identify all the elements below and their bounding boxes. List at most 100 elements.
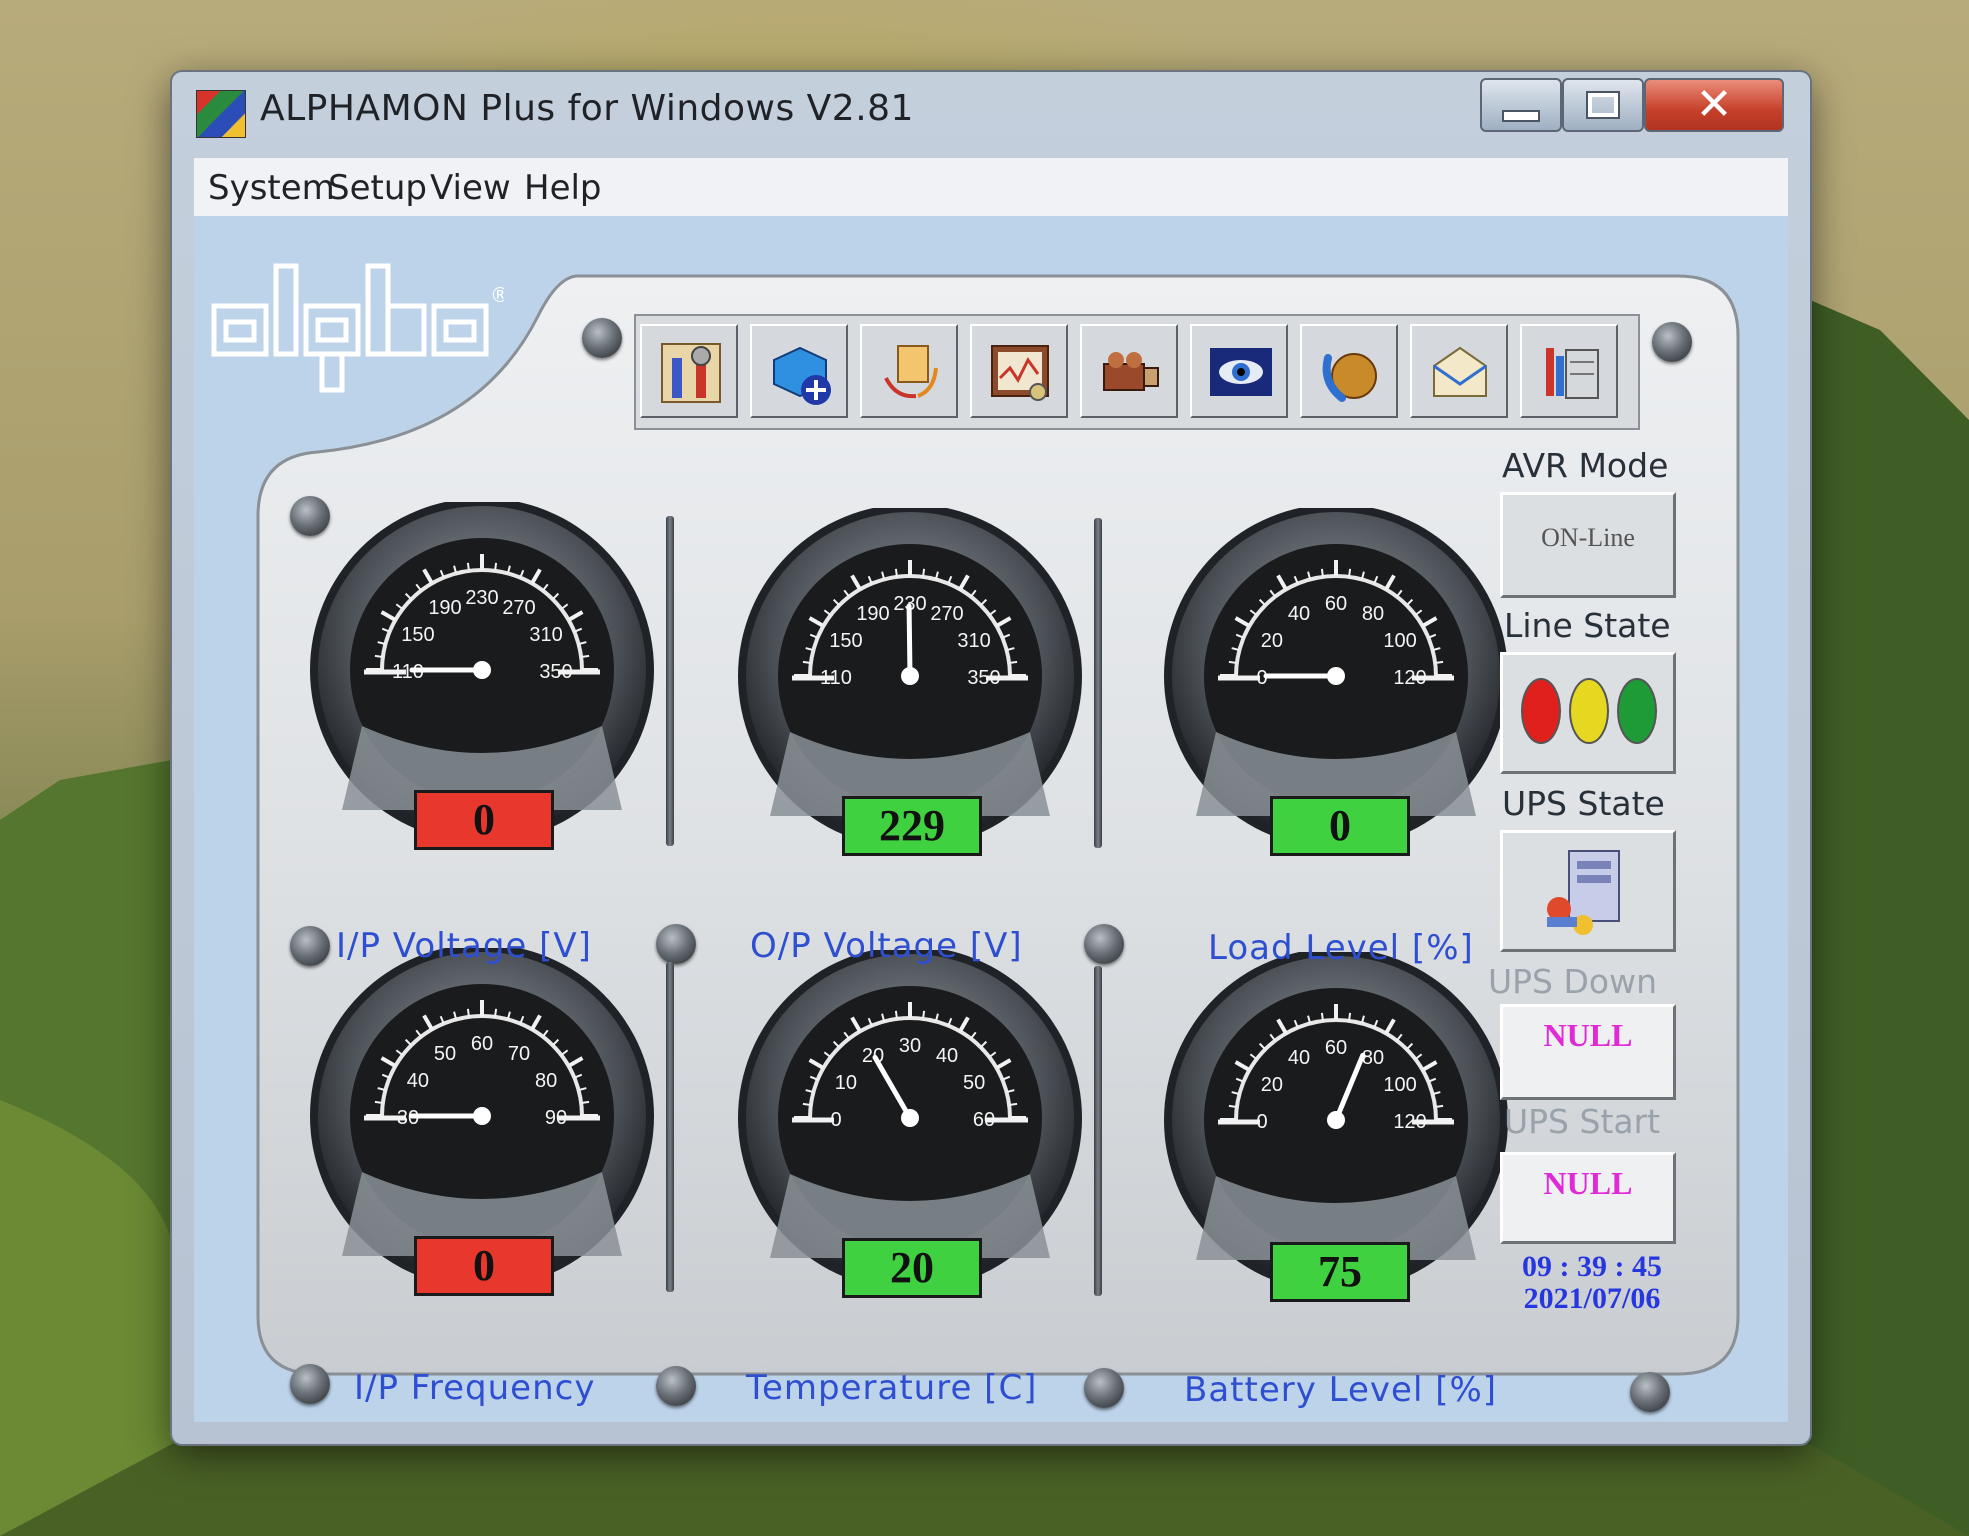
toolbar-button-monitor[interactable] [1190,324,1288,418]
gauge-minor-tick [922,568,926,577]
gauge-minor-tick [1228,1104,1237,1108]
toolbar-button-settings[interactable] [640,324,738,418]
gauge-minor-tick [494,562,498,571]
maximize-button[interactable] [1562,78,1644,132]
clock-date: 2021/07/06 [1523,1282,1661,1315]
gauge-minor-tick [1435,660,1444,664]
gauge-minor-tick [1009,1102,1018,1106]
toolbar-button-config[interactable] [1520,324,1618,418]
gauge-tick-label: 100 [1383,1074,1416,1096]
gauge-hub [1327,667,1345,685]
clock-time: 09 : 39 : 45 [1522,1250,1662,1283]
ups-start-label: UPS Start [1504,1102,1661,1141]
screw [1652,322,1692,362]
ip-frequency-label: I/P Frequency [354,1368,596,1408]
screw [1084,924,1124,964]
gauge-minor-tick [466,1008,470,1017]
gauge-hub [1327,1111,1345,1129]
load-level-label: Load Level [%] [1208,928,1474,968]
avr-mode-value: ON-Line [1541,523,1635,552]
menu-bar: System Setup View Help [194,158,1788,217]
menu-help[interactable]: Help [524,168,602,208]
add-device-icon [773,346,831,405]
gauge-minor-tick [494,1008,498,1017]
gauge-tick-label: 100 [1383,630,1416,652]
gauge-tick-label: 150 [829,630,862,652]
battery-level-readout: 75 [1270,1242,1410,1302]
ip-voltage-readout: 0 [414,790,554,850]
title-bar[interactable]: ALPHAMON Plus for Windows V2.81 ✕ [172,72,1810,152]
maximize-icon [1588,93,1618,117]
gauge-tick-label: 30 [899,1035,921,1057]
avr-mode-box: ON-Line [1500,492,1676,598]
yellow-light [1569,678,1609,744]
ip-frequency-readout: 0 [414,1236,554,1296]
toolbar-button-phone[interactable] [1300,324,1398,418]
dashboard-panel: 110150190230270310350 110150190230270310… [238,256,1760,1412]
minimize-button[interactable] [1480,78,1562,132]
ip-voltage-label: I/P Voltage [V] [336,926,592,966]
line-state-label: Line State [1504,606,1671,645]
toolbar-button-transfer[interactable] [860,324,958,418]
window-title: ALPHAMON Plus for Windows V2.81 [260,88,914,129]
gauge-tick-label: 350 [539,661,572,683]
toolbar-button-add[interactable] [750,324,848,418]
gauge-tick-label: 270 [502,597,535,619]
ups-start-value: NULL [1543,1165,1633,1201]
gauge-minor-tick [374,654,383,658]
gauge-tick-label: 60 [973,1109,995,1131]
gauge-minor-tick [922,1010,926,1019]
ups-state-label: UPS State [1502,784,1665,823]
gauge-tick-label: 60 [1325,593,1347,615]
ups-computer-icon [1547,850,1620,935]
gauge-tick-label: 40 [936,1045,958,1067]
gauge-tick-label: 0 [1256,1111,1267,1133]
gauge-tick-label: 350 [967,667,1000,689]
gauge-tick-label: 60 [1325,1037,1347,1059]
gauge-minor-tick [802,660,811,664]
menu-view[interactable]: View [430,168,511,208]
gauge-minor-tick [1435,1104,1444,1108]
gauge-minor-tick [894,568,898,577]
gauge-tick-label: 0 [830,1109,841,1131]
gauge-tick-label: 50 [963,1072,985,1094]
gauge-tick-label: 190 [856,603,889,625]
screw [656,924,696,964]
minimize-icon [1502,110,1540,122]
monitor-eye-icon [1210,348,1272,396]
gauge-needle [906,603,913,679]
load-level-readout: 0 [1270,796,1410,856]
gauge-minor-tick [581,654,590,658]
gauge-tick-label: 10 [835,1072,857,1094]
transfer-icon [884,345,938,399]
avr-mode-label: AVR Mode [1502,446,1669,485]
temperature-readout: 20 [842,1238,982,1298]
screw [290,1364,330,1404]
app-icon[interactable] [196,90,246,138]
toolbar-button-email[interactable] [1410,324,1508,418]
screw [582,318,622,358]
traffic-lights [1521,678,1657,744]
gauge-tick-label: 40 [1288,603,1310,625]
ups-start-box: NULL [1500,1152,1676,1244]
gauge-tick-label: 270 [930,603,963,625]
ups-down-label: UPS Down [1488,962,1657,1001]
gauge-hub [473,661,491,679]
gauge-hub [473,1107,491,1125]
divider [1094,966,1102,1296]
gauge-tick-label: 70 [508,1043,530,1065]
gauge-tick-label: 150 [401,624,434,646]
close-button[interactable]: ✕ [1644,78,1784,132]
toolbar-button-camera[interactable] [1080,324,1178,418]
configuration-icon [1546,348,1599,399]
toolbar-button-log[interactable] [970,324,1068,418]
gauge-tick-label: 310 [529,624,562,646]
menu-system[interactable]: System [208,168,335,208]
gauge-minor-tick [1228,660,1237,664]
screw [1630,1372,1670,1412]
gauge-minor-tick [802,1102,811,1106]
op-voltage-readout: 229 [842,796,982,856]
gauge-tick-label: 80 [1362,603,1384,625]
gauge-tick-label: 190 [428,597,461,619]
menu-setup[interactable]: Setup [328,168,427,208]
